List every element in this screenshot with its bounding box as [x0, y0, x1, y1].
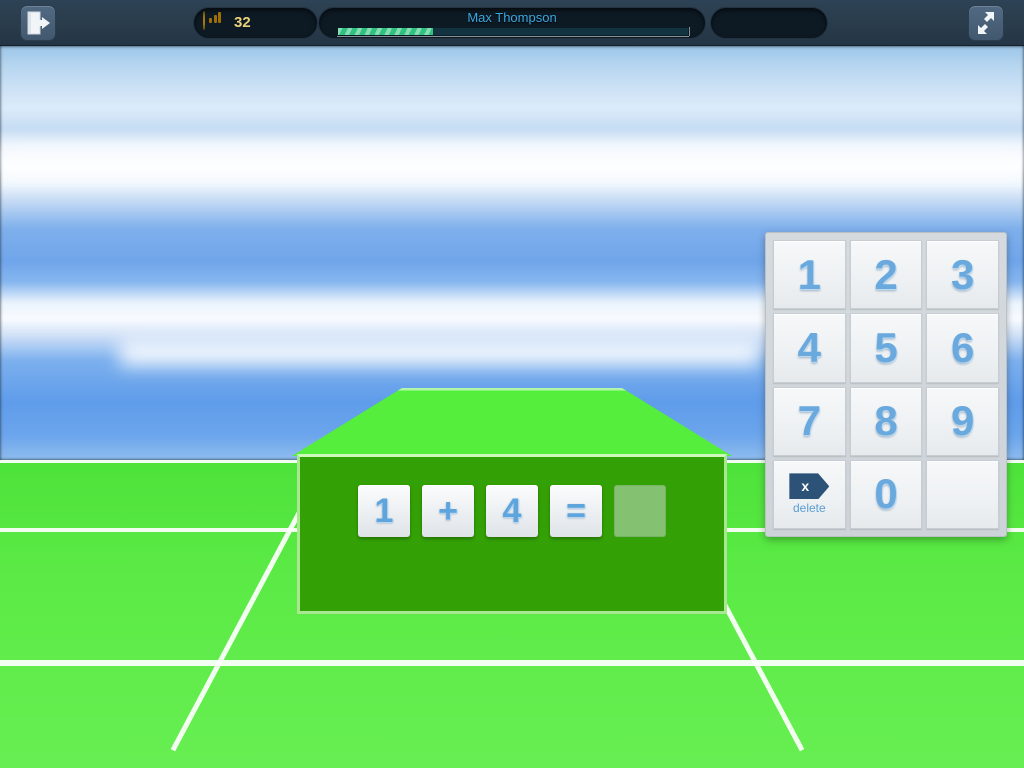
block-front-face: 1 + 4 =	[297, 454, 727, 614]
xp-progress-fill	[338, 28, 433, 35]
key-0[interactable]: 0	[849, 459, 923, 529]
key-blank	[926, 459, 999, 529]
key-delete[interactable]: x delete	[773, 459, 846, 529]
key-1[interactable]: 1	[773, 240, 846, 310]
cloud-streak	[0, 150, 1024, 168]
fullscreen-expand-icon	[978, 12, 994, 34]
key-delete-label: delete	[792, 501, 826, 516]
coin-counter: 32	[193, 7, 318, 39]
equation-answer-slot[interactable]	[614, 485, 666, 537]
block-top-highlight	[292, 388, 732, 456]
key-3[interactable]: 3	[926, 240, 999, 310]
equation-tile-operand-2: 4	[486, 485, 538, 537]
coin-count-value: 32	[234, 14, 251, 31]
key-2[interactable]: 2	[849, 240, 923, 310]
exit-door-icon	[27, 11, 50, 35]
equation-row: 1 + 4 =	[300, 485, 724, 537]
cloud-streak	[120, 340, 760, 366]
key-7[interactable]: 7	[773, 386, 846, 456]
game-screen: 1 + 4 = 1 2 3 4 5 6 7 8 9 x delete 0 32 …	[0, 0, 1024, 768]
player-status-panel: Max Thompson	[318, 7, 706, 39]
empty-status-slot[interactable]	[710, 7, 828, 39]
xp-progress-track	[337, 27, 689, 36]
key-5[interactable]: 5	[849, 313, 923, 383]
top-bar: 32 Max Thompson	[0, 0, 1024, 46]
equation-tile-operator-plus: +	[422, 485, 474, 537]
key-8[interactable]: 8	[849, 386, 923, 456]
equation-block: 1 + 4 =	[292, 388, 732, 618]
key-4[interactable]: 4	[773, 313, 846, 383]
key-9[interactable]: 9	[926, 386, 999, 456]
coin-icon	[203, 11, 227, 36]
number-keypad: 1 2 3 4 5 6 7 8 9 x delete 0	[765, 232, 1007, 537]
player-name: Max Thompson	[467, 10, 557, 25]
exit-button[interactable]	[20, 5, 56, 41]
delete-icon: x	[789, 473, 830, 500]
equation-tile-operator-equals: =	[550, 485, 602, 537]
key-6[interactable]: 6	[926, 313, 999, 383]
grid-line	[0, 660, 1024, 666]
equation-tile-operand-1: 1	[358, 485, 410, 537]
fullscreen-button[interactable]	[968, 5, 1004, 41]
